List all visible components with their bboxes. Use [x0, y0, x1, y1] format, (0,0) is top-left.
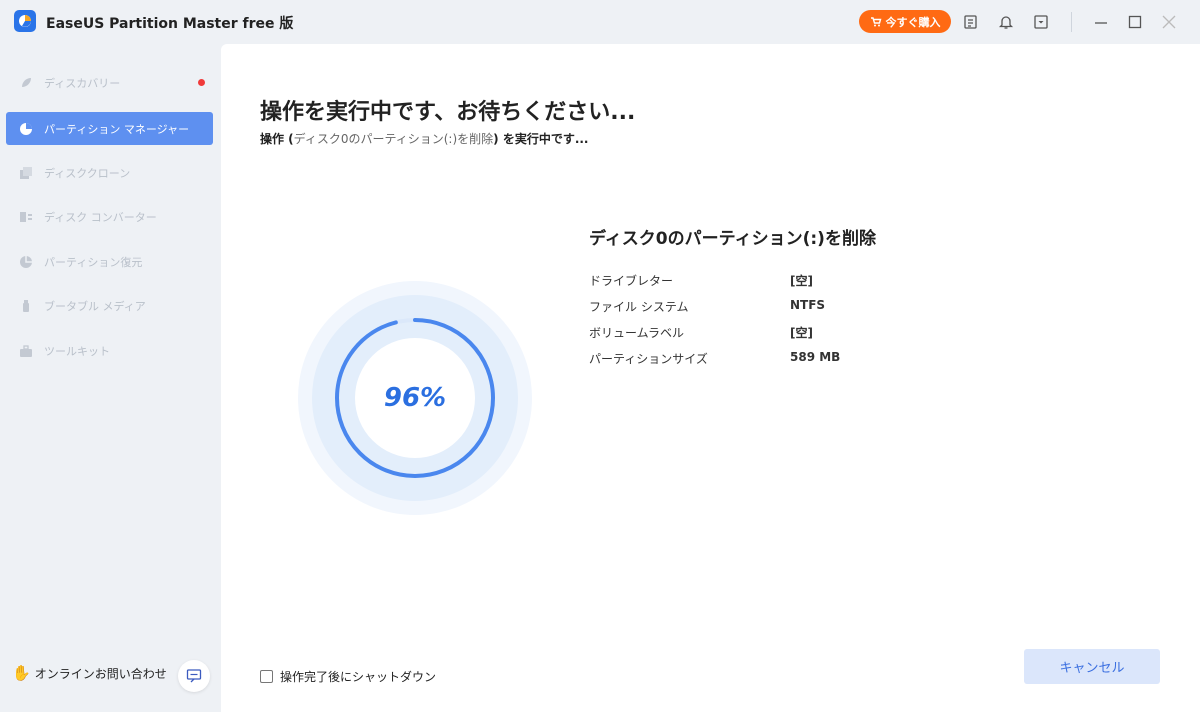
cart-icon: [870, 16, 881, 26]
detail-value: [空]: [790, 326, 813, 340]
sidebar-item-toolkit[interactable]: ツールキット: [6, 334, 213, 367]
dropdown-menu-icon[interactable]: [1030, 11, 1052, 33]
subtitle-prefix: 操作 (: [260, 132, 294, 146]
converter-icon: [18, 209, 34, 225]
shutdown-option[interactable]: 操作完了後にシャットダウン: [260, 668, 436, 685]
pie-chart-icon: [18, 121, 34, 137]
toolbar-divider: [1071, 12, 1072, 32]
sidebar-item-bootable-media[interactable]: ブータブル メディア: [6, 289, 213, 322]
clone-icon: [18, 165, 34, 181]
sidebar-item-label: ディスク コンバーター: [44, 210, 157, 224]
recovery-icon: [18, 254, 34, 270]
page-title: 操作を実行中です、お待ちください...: [260, 100, 636, 125]
notes-icon[interactable]: [960, 11, 982, 33]
subtitle-suffix: ) を実行中です...: [493, 132, 589, 146]
sidebar-item-label: パーティション復元: [44, 255, 143, 269]
sidebar-item-label: ツールキット: [44, 344, 110, 358]
operation-subtitle: 操作 (ディスク0のパーティション(:)を削除) を実行中です...: [260, 130, 589, 147]
progress-percent: 96%: [383, 383, 447, 413]
title-bar: EaseUS Partition Master free 版 今すぐ購入: [0, 0, 1200, 44]
chat-icon: [186, 669, 202, 683]
usb-icon: [18, 298, 34, 314]
operation-detail-title: ディスク0のパーティション(:)を削除: [589, 229, 876, 249]
detail-label: ファイル システム: [589, 300, 689, 314]
detail-label: ドライブレター: [589, 274, 674, 288]
detail-label: パーティションサイズ: [589, 352, 708, 366]
sidebar-item-label: ディスククローン: [44, 166, 131, 180]
detail-value: NTFS: [790, 298, 826, 312]
sidebar-item-disk-converter[interactable]: ディスク コンバーター: [6, 200, 213, 233]
progress-ring: 96%: [298, 281, 532, 515]
sidebar-item-discovery[interactable]: ディスカバリー: [6, 66, 213, 99]
detail-label: ボリュームラベル: [589, 326, 685, 340]
chat-button[interactable]: [178, 660, 210, 692]
buy-now-button[interactable]: 今すぐ購入: [859, 10, 951, 33]
shutdown-checkbox[interactable]: [260, 670, 273, 683]
minimize-icon[interactable]: [1090, 11, 1112, 33]
sidebar-item-disk-clone[interactable]: ディスククローン: [6, 156, 213, 189]
sidebar: ディスカバリー パーティション マネージャー ディスククローン ディスク コンバ…: [0, 44, 220, 712]
rocket-icon: [18, 75, 34, 91]
sidebar-item-partition-manager[interactable]: パーティション マネージャー: [6, 112, 213, 145]
sidebar-item-label: ブータブル メディア: [44, 299, 146, 313]
detail-value: [空]: [790, 274, 813, 288]
cancel-button[interactable]: キャンセル: [1024, 649, 1160, 684]
close-icon[interactable]: [1158, 11, 1180, 33]
toolkit-icon: [18, 343, 34, 359]
waving-hand-icon: ✋: [12, 664, 31, 682]
bell-icon[interactable]: [995, 11, 1017, 33]
main-panel: 操作を実行中です、お待ちください... 操作 (ディスク0のパーティション(:)…: [221, 44, 1200, 712]
sidebar-item-label: ディスカバリー: [44, 76, 121, 90]
notification-dot: [198, 79, 205, 86]
shutdown-label: 操作完了後にシャットダウン: [280, 670, 437, 684]
sidebar-item-label: パーティション マネージャー: [44, 122, 190, 136]
maximize-icon[interactable]: [1124, 11, 1146, 33]
sidebar-item-partition-recovery[interactable]: パーティション復元: [6, 245, 213, 278]
app-title: EaseUS Partition Master free 版: [46, 16, 294, 32]
support-label: オンラインお問い合わせ: [34, 666, 167, 681]
online-support-link[interactable]: ✋ オンラインお問い合わせ: [12, 664, 167, 682]
detail-value: 589 MB: [790, 350, 841, 364]
subtitle-operation: ディスク0のパーティション(:)を削除: [293, 132, 494, 146]
buy-now-label: 今すぐ購入: [885, 15, 941, 29]
app-logo-icon: [14, 10, 36, 32]
